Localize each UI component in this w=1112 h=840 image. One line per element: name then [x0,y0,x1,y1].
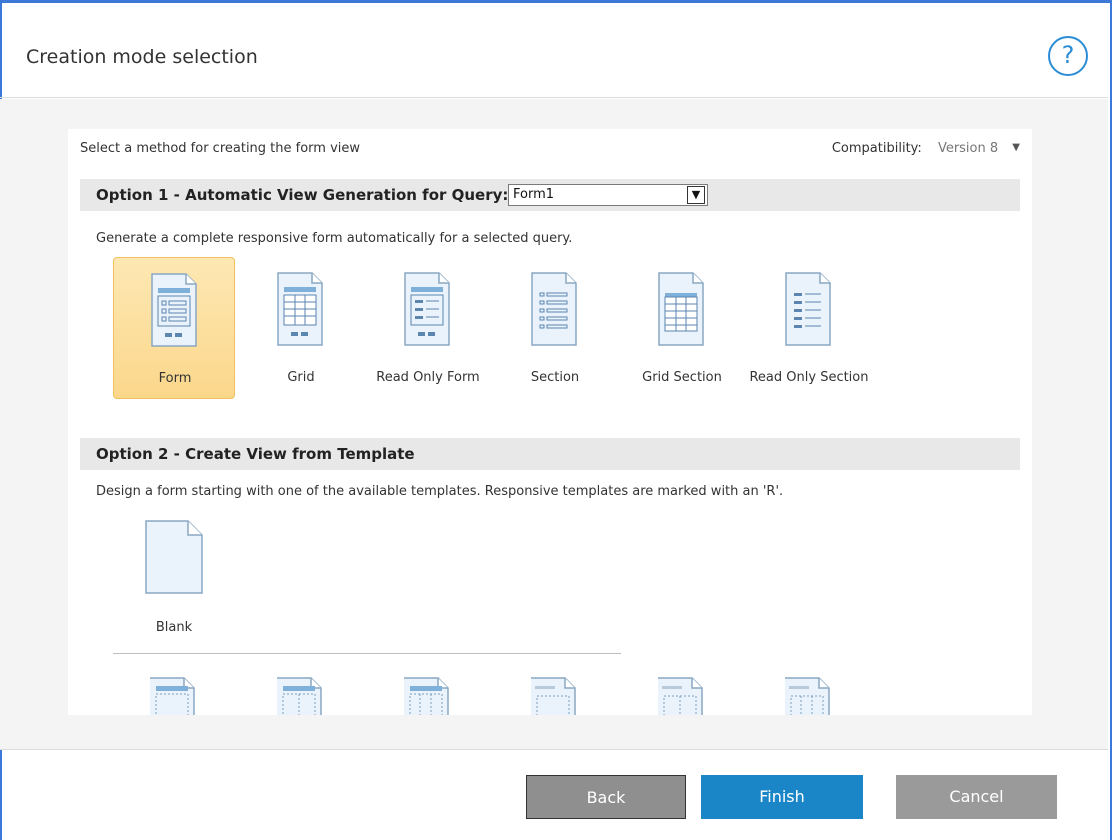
compatibility-value[interactable]: Version 8 [938,141,998,156]
dialog-header: Creation mode selection ? [0,0,1108,98]
grid-section-icon [657,271,705,347]
tile-read-only-section[interactable]: Read Only Section [748,257,870,399]
template-divider [113,653,621,654]
chevron-down-icon[interactable]: ▼ [1012,142,1020,153]
dropdown-arrow-icon[interactable]: ▼ [687,186,705,204]
option1-header: Option 1 - Automatic View Generation for… [80,179,1020,211]
help-icon[interactable]: ? [1048,36,1088,76]
tile-grid[interactable]: Grid [240,257,362,399]
tile-read-only-form[interactable]: Read Only Form [367,257,489,399]
option1-title: Option 1 - Automatic View Generation for… [96,186,509,204]
tile-label: Read Only Section [749,370,869,385]
option2-description: Design a form starting with one of the a… [96,484,784,499]
template-thumbnail-icon[interactable] [148,676,196,715]
compatibility-label: Compatibility: [831,141,922,156]
tile-label: Blank [155,620,193,635]
grid-icon [276,271,324,347]
tile-blank[interactable]: Blank [113,511,235,653]
option1-description: Generate a complete responsive form auto… [96,231,573,246]
footer-divider [0,749,1108,750]
creation-options-panel: Select a method for creating the form vi… [68,129,1032,715]
query-value: Form1 [513,187,555,202]
read-only-form-icon [403,271,451,347]
compatibility-selector[interactable]: Compatibility: Version 8 ▼ [832,141,1020,156]
cancel-button[interactable]: Cancel [896,775,1057,819]
dialog-title: Creation mode selection [26,46,258,68]
tile-grid-section[interactable]: Grid Section [621,257,743,399]
read-only-section-icon [784,271,832,347]
tile-section[interactable]: Section [494,257,616,399]
tile-label: Section [530,370,580,385]
tile-label: Form [158,371,192,386]
query-dropdown[interactable]: Form1 ▼ [508,184,708,206]
top-row: Select a method for creating the form vi… [80,141,1020,161]
option2-title: Option 2 - Create View from Template [96,445,415,463]
dialog-body: Select a method for creating the form vi… [0,99,1108,749]
option2-header: Option 2 - Create View from Template [80,438,1020,470]
tile-label: Grid [287,370,315,385]
finish-button[interactable]: Finish [701,775,863,819]
tile-form[interactable]: Form [113,257,235,399]
blank-document-icon [144,519,204,595]
tile-label: Read Only Form [376,370,480,385]
template-thumbnail-icon[interactable] [656,676,704,715]
form-icon [150,272,198,348]
template-thumbnail-icon[interactable] [783,676,831,715]
template-thumbnail-icon[interactable] [529,676,577,715]
section-icon [530,271,578,347]
back-button[interactable]: Back [526,775,686,819]
tile-label: Grid Section [642,370,722,385]
template-thumbnail-icon[interactable] [402,676,450,715]
template-thumbnail-icon[interactable] [275,676,323,715]
instruction-text: Select a method for creating the form vi… [80,141,361,156]
